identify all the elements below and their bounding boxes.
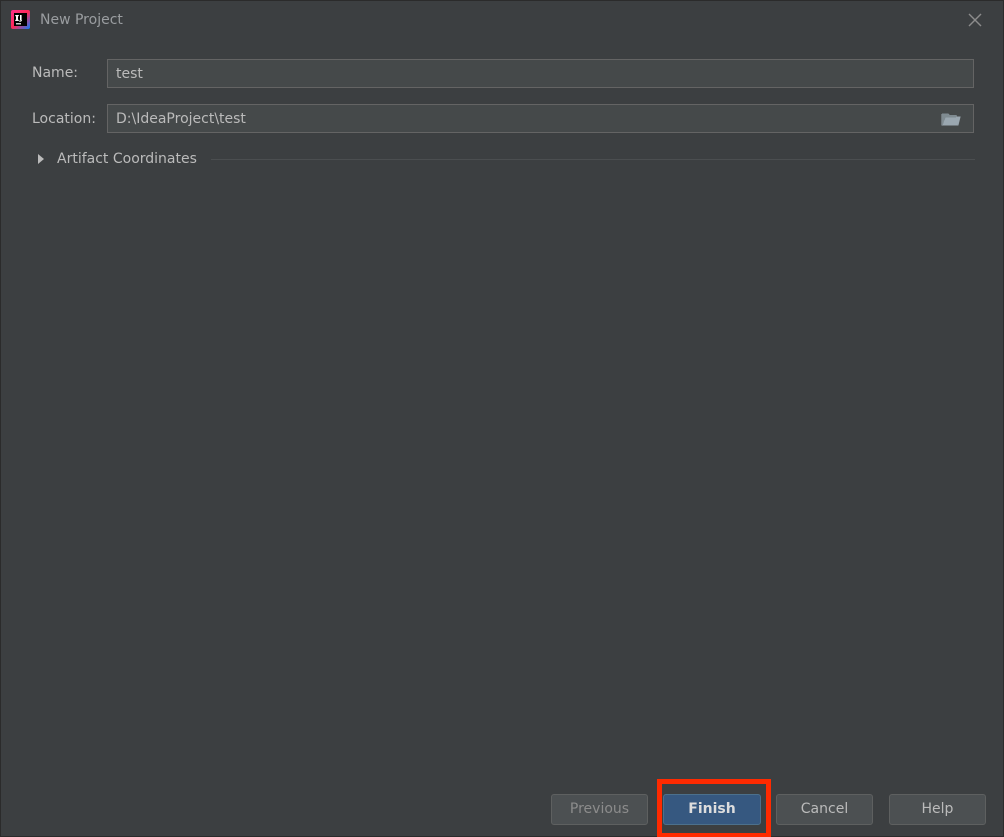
section-label: Artifact Coordinates [57, 149, 205, 169]
section-divider [211, 159, 975, 160]
name-label: Name: [32, 65, 79, 81]
finish-highlight-box [657, 779, 771, 837]
window-title: New Project [40, 12, 123, 28]
previous-button[interactable]: Previous [551, 794, 648, 825]
new-project-dialog: New Project Name: Location: Artifact Coo… [0, 0, 1004, 837]
folder-icon[interactable] [941, 111, 961, 127]
location-field[interactable] [107, 104, 974, 133]
title-bar: New Project [1, 1, 1003, 39]
location-label: Location: [32, 111, 96, 127]
artifact-coordinates-section[interactable]: Artifact Coordinates [31, 149, 975, 171]
name-field[interactable] [107, 59, 974, 88]
expand-arrow-icon[interactable] [38, 154, 44, 164]
intellij-idea-icon [11, 10, 30, 29]
close-icon[interactable] [965, 10, 985, 30]
help-button[interactable]: Help [889, 794, 986, 825]
cancel-button[interactable]: Cancel [776, 794, 873, 825]
